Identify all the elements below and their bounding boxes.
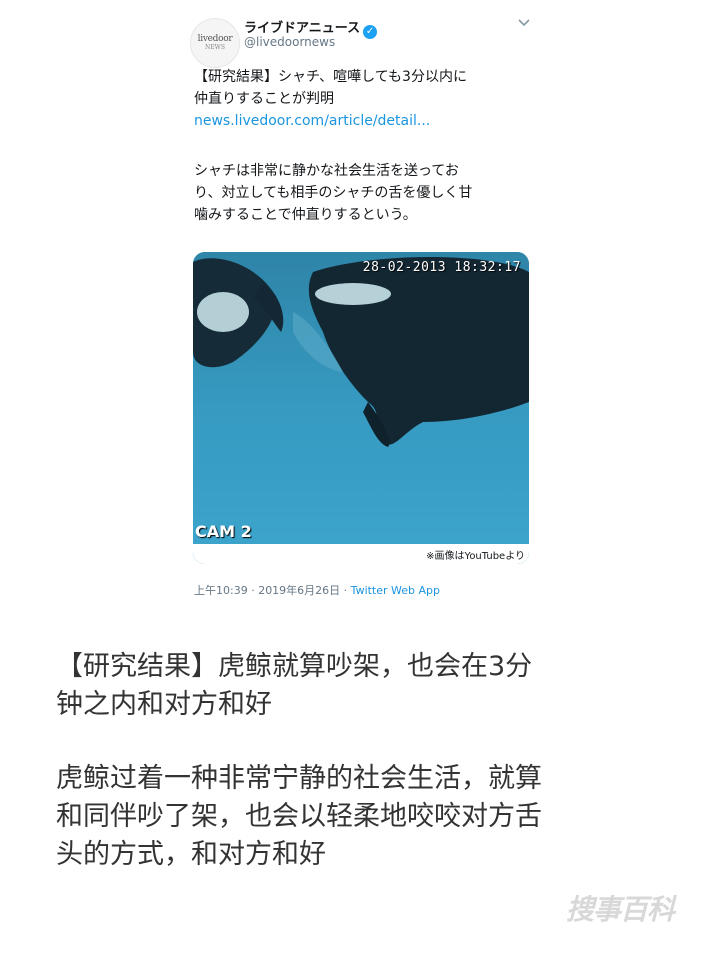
camera-label: CAM 2 [195, 522, 252, 541]
article-body-line: 虎鲸过着一种非常宁静的社会生活，就算 [56, 763, 542, 794]
tweet-card: livedoor NEWS ライブドアニュース ✓ @livedoornews 【… [178, 0, 543, 617]
tweet-body-line: 噛みすることで仲直りするという。 [194, 207, 417, 223]
avatar-logo-text: livedoor [197, 34, 233, 44]
tweet-headline-line: 【研究結果】シャチ、喧嘩しても3分以内に [194, 69, 467, 85]
avatar-logo-subtext: NEWS [205, 44, 225, 51]
display-name-text: ライブドアニュース [244, 21, 361, 36]
camera-timestamp: 28-02-2013 18:32:17 [362, 260, 521, 275]
tweet-media-image[interactable]: 28-02-2013 18:32:17 CAM 2 ※画像はYouTubeより [193, 252, 529, 564]
article-body-line: 和同伴吵了架，也会以轻柔地咬咬对方舌 [56, 801, 542, 832]
article-title-line: 钟之内和对方和好 [56, 689, 272, 720]
user-handle[interactable]: @livedoornews [244, 35, 335, 49]
verified-badge-icon: ✓ [363, 25, 378, 39]
tweet-body-line: り、対立しても相手のシャチの舌を優しく甘 [194, 185, 473, 201]
article-title-line: 【研究结果】虎鲸就算吵架，也会在3分 [56, 651, 533, 682]
tweet-body: シャチは非常に静かな社会生活を送ってお り、対立しても相手のシャチの舌を優しく甘… [194, 160, 539, 226]
tweet-headline: 【研究結果】シャチ、喧嘩しても3分以内に 仲直りすることが判明 news.liv… [194, 66, 534, 132]
orca-underwater-photo [193, 252, 529, 564]
article-text: 【研究结果】虎鲸就算吵架，也会在3分 钟之内和对方和好 虎鲸过着一种非常宁静的社… [56, 648, 666, 874]
tweet-meta: 上午10:39 · 2019年6月26日 · Twitter Web App [194, 582, 440, 598]
article-body-line: 头的方式，和对方和好 [56, 839, 326, 870]
media-credit: ※画像はYouTubeより [426, 551, 525, 562]
avatar[interactable]: livedoor NEWS [190, 18, 240, 68]
tweet-timestamp[interactable]: 上午10:39 · 2019年6月26日 · [194, 584, 351, 597]
media-credit-bar: ※画像はYouTubeより [193, 544, 529, 564]
article-link[interactable]: news.livedoor.com/article/detail... [194, 110, 534, 132]
watermark-logo: 搜事百科 [566, 888, 676, 938]
watermark-text: 搜事百科 [566, 893, 675, 926]
tweet-body-line: シャチは非常に静かな社会生活を送ってお [194, 163, 459, 179]
tweet-headline-line: 仲直りすることが判明 [194, 91, 334, 107]
chevron-down-icon[interactable] [516, 14, 532, 30]
tweet-source-app[interactable]: Twitter Web App [351, 584, 440, 597]
